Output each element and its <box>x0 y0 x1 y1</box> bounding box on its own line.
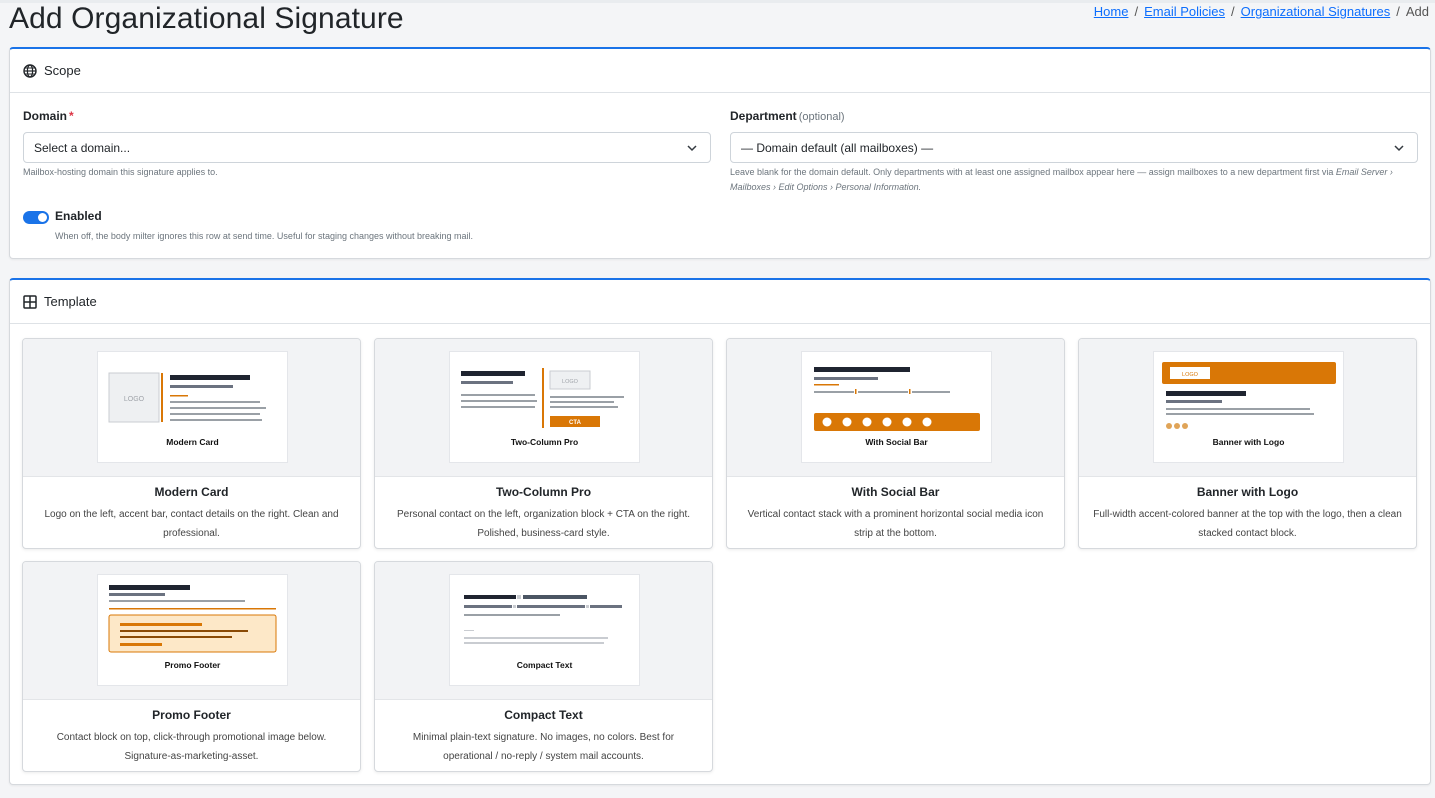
template-preview-area: LOGO Modern Card <box>23 339 360 477</box>
breadcrumb-separator: / <box>1396 4 1400 19</box>
template-name: With Social Bar <box>851 485 940 499</box>
department-help-path: Email Server › <box>1335 167 1393 177</box>
with-social-bar-thumbnail: With Social Bar <box>801 351 992 463</box>
thumb-label: Two-Column Pro <box>511 437 578 447</box>
breadcrumb-current: Add <box>1405 4 1429 19</box>
enabled-help-text: When off, the body milter ignores this r… <box>55 231 474 241</box>
modern-card-thumbnail: LOGO Modern Card <box>97 351 288 463</box>
domain-label-text: Domain <box>23 109 68 123</box>
optional-marker: (optional) <box>798 111 845 123</box>
required-marker: * <box>69 109 74 123</box>
promo-footer-thumbnail: Promo Footer <box>97 574 288 686</box>
template-name: Compact Text <box>504 708 583 722</box>
template-option-banner-with-logo[interactable]: LOGO Banner with Logo Banner with Logo F… <box>1078 338 1417 549</box>
department-label-text: Department <box>730 109 797 123</box>
breadcrumb: Home / Email Policies / Organizational Signa… <box>1094 4 1429 19</box>
chevron-down-icon <box>686 142 698 154</box>
template-description: Logo on the left, accent bar, contact de… <box>44 509 339 539</box>
template-description: Vertical contact stack with a prominent … <box>747 509 1044 539</box>
chevron-down-icon <box>1393 142 1405 154</box>
thumb-label: Modern Card <box>166 437 218 447</box>
scope-card-title: Scope <box>44 63 81 78</box>
thumb-cta-text: CTA <box>569 420 582 426</box>
breadcrumb-separator: / <box>1231 4 1235 19</box>
table-icon <box>23 294 37 309</box>
thumb-label: Banner with Logo <box>1213 437 1285 447</box>
domain-select-value: Select a domain... <box>34 140 131 155</box>
template-name: Promo Footer <box>152 708 231 722</box>
thumb-label: Promo Footer <box>165 660 221 670</box>
breadcrumb-organizational-signatures-link[interactable]: Organizational Signatures <box>1241 4 1391 19</box>
scope-card-header: Scope <box>10 49 1430 93</box>
globe-icon <box>23 63 37 78</box>
template-preview-area: Promo Footer <box>23 562 360 700</box>
template-description: Minimal plain-text signature. No images,… <box>412 732 675 762</box>
template-preview-area: LOGO Banner with Logo <box>1079 339 1416 477</box>
template-card: Template LOGO Modern Card Modern Card Lo… <box>9 278 1431 785</box>
template-option-modern-card[interactable]: LOGO Modern Card Modern Card Logo on the… <box>22 338 361 549</box>
department-select-value: — Domain default (all mailboxes) — <box>741 140 934 155</box>
scope-card: Scope Domain * Select a domain... Mailbox… <box>9 47 1431 259</box>
thumb-logo-text: LOGO <box>562 379 579 385</box>
department-select[interactable]: — Domain default (all mailboxes) — <box>730 132 1418 163</box>
thumb-label: Compact Text <box>517 660 573 670</box>
template-option-promo-footer[interactable]: Promo Footer Promo Footer Contact block … <box>22 561 361 772</box>
template-name: Two-Column Pro <box>495 485 592 499</box>
page-title: Add Organizational Signature <box>9 2 404 35</box>
template-card-title: Template <box>44 294 97 309</box>
thumb-label: With Social Bar <box>865 437 928 447</box>
thumb-logo-text: LOGO <box>124 396 145 403</box>
thumb-logo-text: LOGO <box>1182 372 1199 378</box>
template-name: Banner with Logo <box>1196 485 1299 499</box>
domain-select[interactable]: Select a domain... <box>23 132 711 163</box>
compact-text-thumbnail: Compact Text <box>449 574 640 686</box>
template-description: Full-width accent-colored banner at the … <box>1093 509 1402 539</box>
template-description: Contact block on top, click-through prom… <box>56 732 327 762</box>
template-preview-area: With Social Bar <box>727 339 1064 477</box>
template-name: Modern Card <box>154 485 229 499</box>
department-label: Department (optional) <box>730 107 845 125</box>
template-option-with-social-bar[interactable]: With Social Bar With Social Bar Vertical… <box>726 338 1065 549</box>
template-card-header: Template <box>10 280 1430 324</box>
breadcrumb-home-link[interactable]: Home <box>1094 4 1129 19</box>
breadcrumb-email-policies-link[interactable]: Email Policies <box>1144 4 1225 19</box>
domain-label: Domain * <box>23 107 74 125</box>
template-option-two-column-pro[interactable]: LOGO CTA Two-Column Pro Two-Column Pro P… <box>374 338 713 549</box>
breadcrumb-separator: / <box>1134 4 1139 19</box>
template-preview-area: LOGO CTA Two-Column Pro <box>375 339 712 477</box>
banner-with-logo-thumbnail: LOGO Banner with Logo <box>1153 351 1344 463</box>
domain-help-text: Mailbox-hosting domain this signature ap… <box>23 167 218 177</box>
two-column-pro-thumbnail: LOGO CTA Two-Column Pro <box>449 351 640 463</box>
department-help-prefix: Leave blank for the domain default. Only… <box>730 167 1336 177</box>
template-option-compact-text[interactable]: Compact Text Compact Text Minimal plain-… <box>374 561 713 772</box>
enabled-label: Enabled <box>55 209 102 223</box>
template-preview-area: Compact Text <box>375 562 712 700</box>
department-help-text: Leave blank for the domain default. Only… <box>730 165 1420 195</box>
template-description: Personal contact on the left, organizati… <box>396 509 691 539</box>
department-help-path-continued: Mailboxes › Edit Options › Personal Info… <box>730 182 922 192</box>
enabled-toggle[interactable] <box>23 211 49 224</box>
